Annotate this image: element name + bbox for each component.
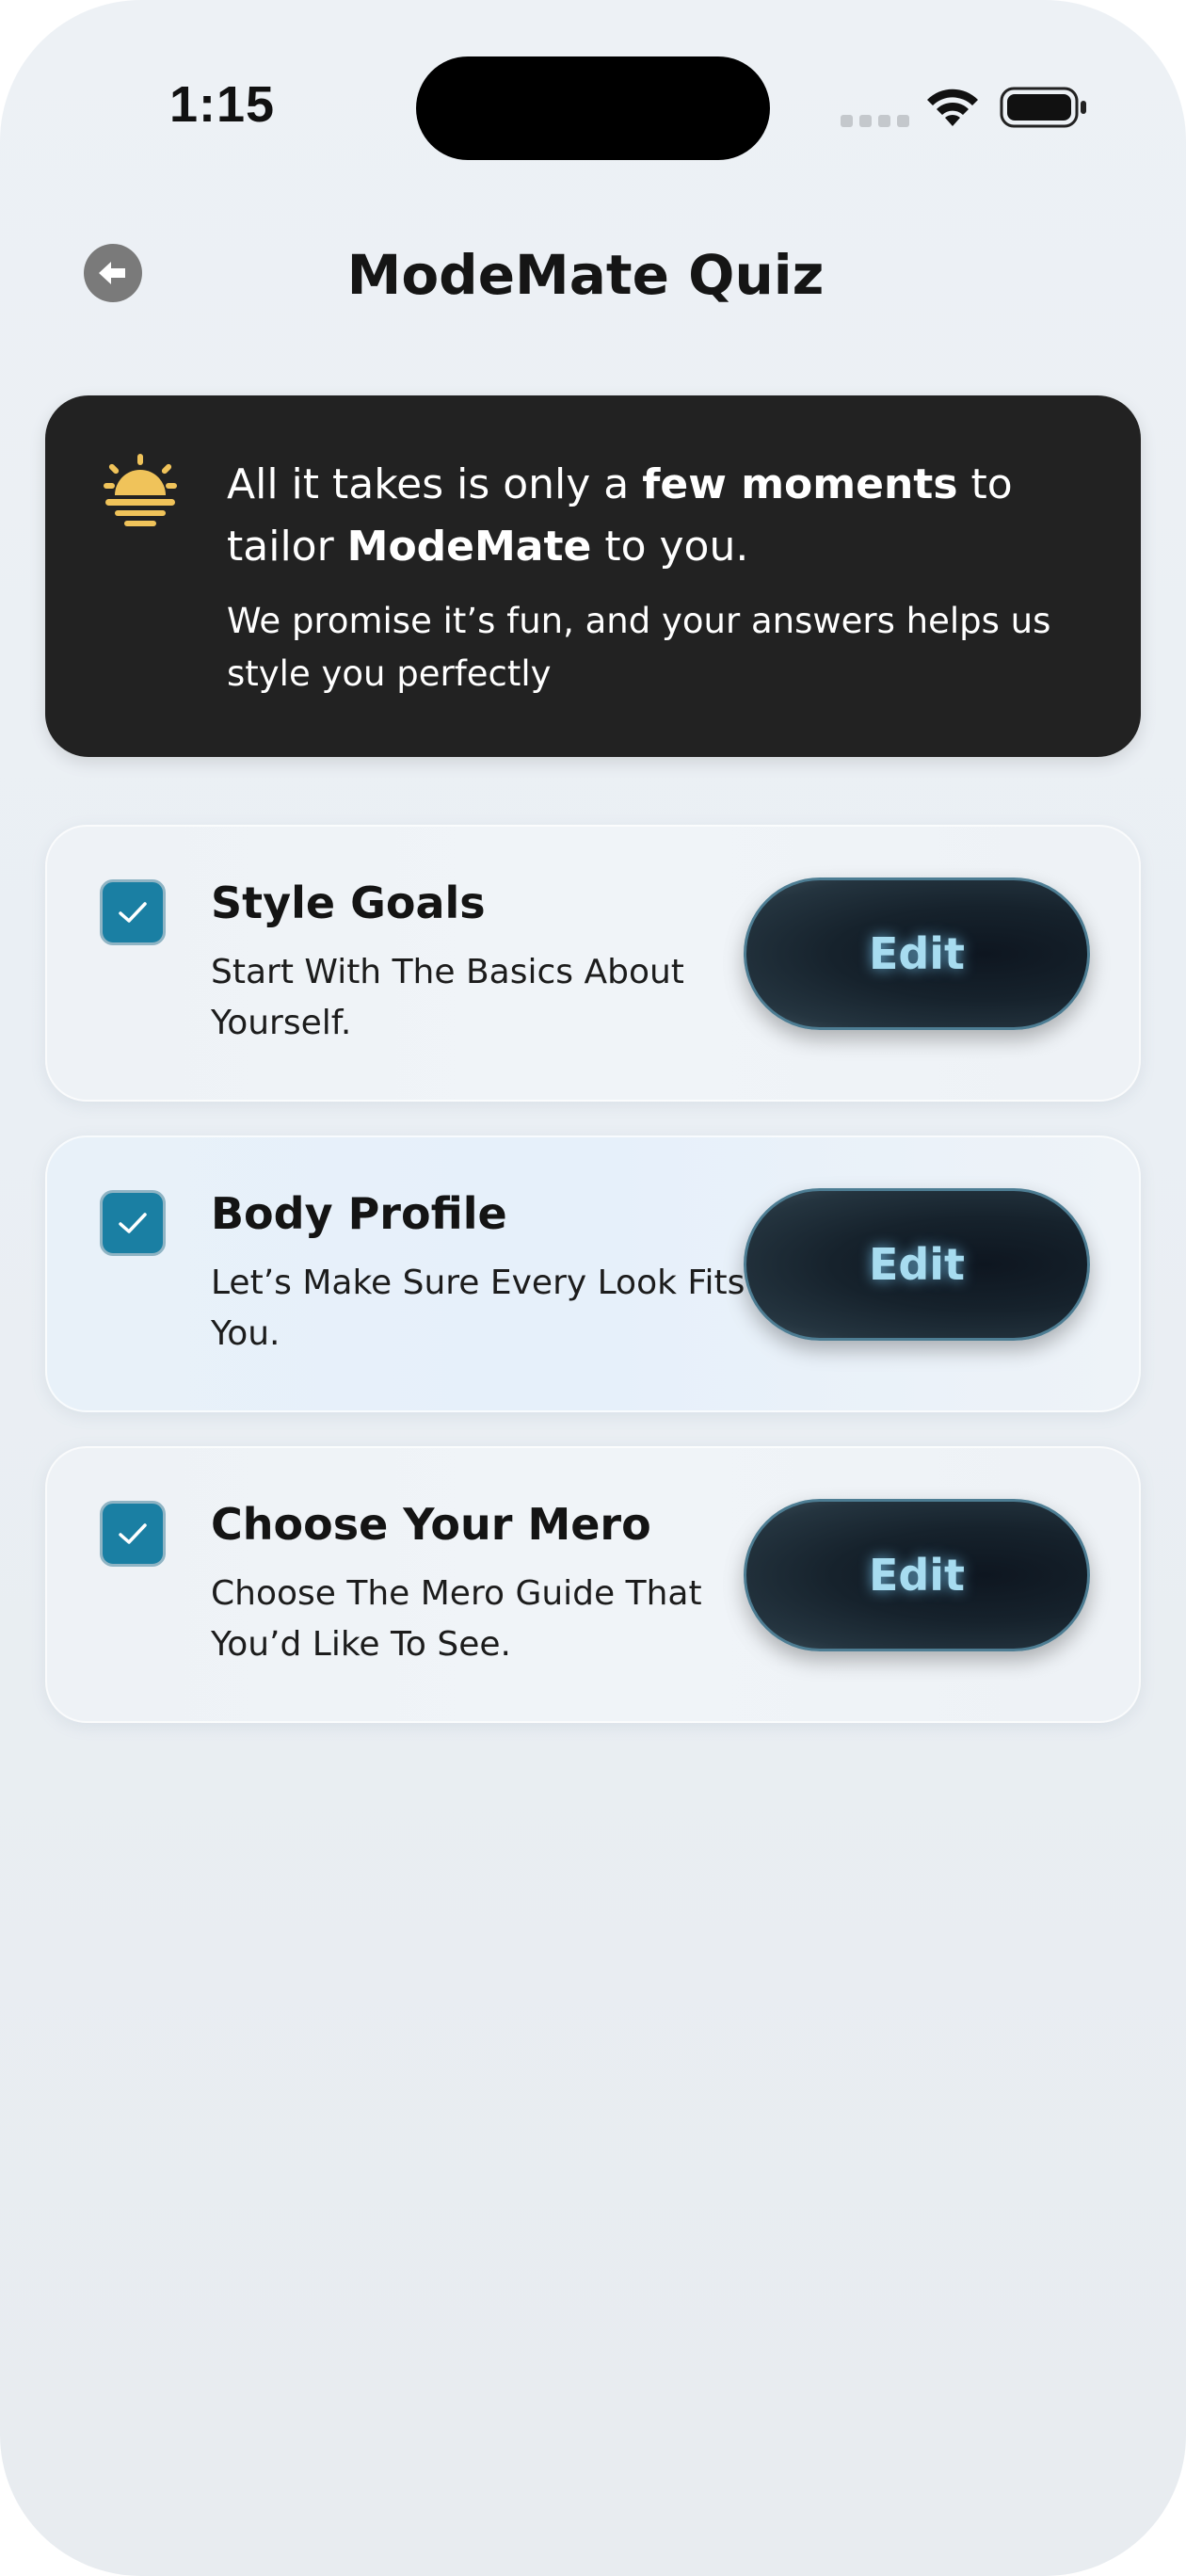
header: ModeMate Quiz xyxy=(0,217,1186,330)
battery-icon xyxy=(1000,87,1086,128)
intro-headline-text-3: to you. xyxy=(591,523,749,571)
choose-mero-checkbox[interactable] xyxy=(100,1501,166,1567)
section-title: Style Goals xyxy=(211,877,486,928)
section-title: Choose Your Mero xyxy=(211,1499,651,1550)
status-bar: 1:15 xyxy=(0,0,1186,169)
body-profile-checkbox[interactable] xyxy=(100,1190,166,1256)
dynamic-island xyxy=(416,56,770,160)
intro-headline: All it takes is only a few moments to ta… xyxy=(227,454,1093,578)
quiz-section-body-profile: Body Profile Let’s Make Sure Every Look … xyxy=(45,1135,1141,1412)
intro-headline-bold-1: few moments xyxy=(642,460,958,508)
section-title: Body Profile xyxy=(211,1188,507,1239)
phone-screen: 1:15 ModeMate Quiz All it takes is only … xyxy=(0,0,1186,2576)
sunrise-icon xyxy=(104,454,177,526)
status-time: 1:15 xyxy=(169,76,276,133)
quiz-section-style-goals: Style Goals Start With The Basics About … xyxy=(45,825,1141,1102)
page-title: ModeMate Quiz xyxy=(346,243,825,307)
edit-style-goals-button[interactable]: Edit xyxy=(744,877,1090,1030)
style-goals-checkbox[interactable] xyxy=(100,879,166,945)
section-description: Choose The Mero Guide That You’d Like To… xyxy=(211,1574,702,1664)
checkmark-icon xyxy=(119,1523,147,1544)
edit-body-profile-button[interactable]: Edit xyxy=(744,1188,1090,1341)
edit-choose-mero-button[interactable]: Edit xyxy=(744,1499,1090,1651)
intro-headline-text-1: All it takes is only a xyxy=(227,460,643,508)
intro-card: All it takes is only a few moments to ta… xyxy=(45,395,1141,757)
section-description: Let’s Make Sure Every Look Fits You. xyxy=(211,1264,745,1353)
section-description: Start With The Basics About Yourself. xyxy=(211,953,684,1042)
cellular-signal-icon xyxy=(841,115,909,127)
quiz-section-choose-mero: Choose Your Mero Choose The Mero Guide T… xyxy=(45,1446,1141,1723)
wifi-icon xyxy=(927,89,978,126)
checkmark-icon xyxy=(119,1213,147,1233)
checkmark-icon xyxy=(119,902,147,923)
intro-headline-bold-2: ModeMate xyxy=(346,523,592,571)
intro-subtext: We promise it’s fun, and your answers he… xyxy=(227,601,1051,694)
